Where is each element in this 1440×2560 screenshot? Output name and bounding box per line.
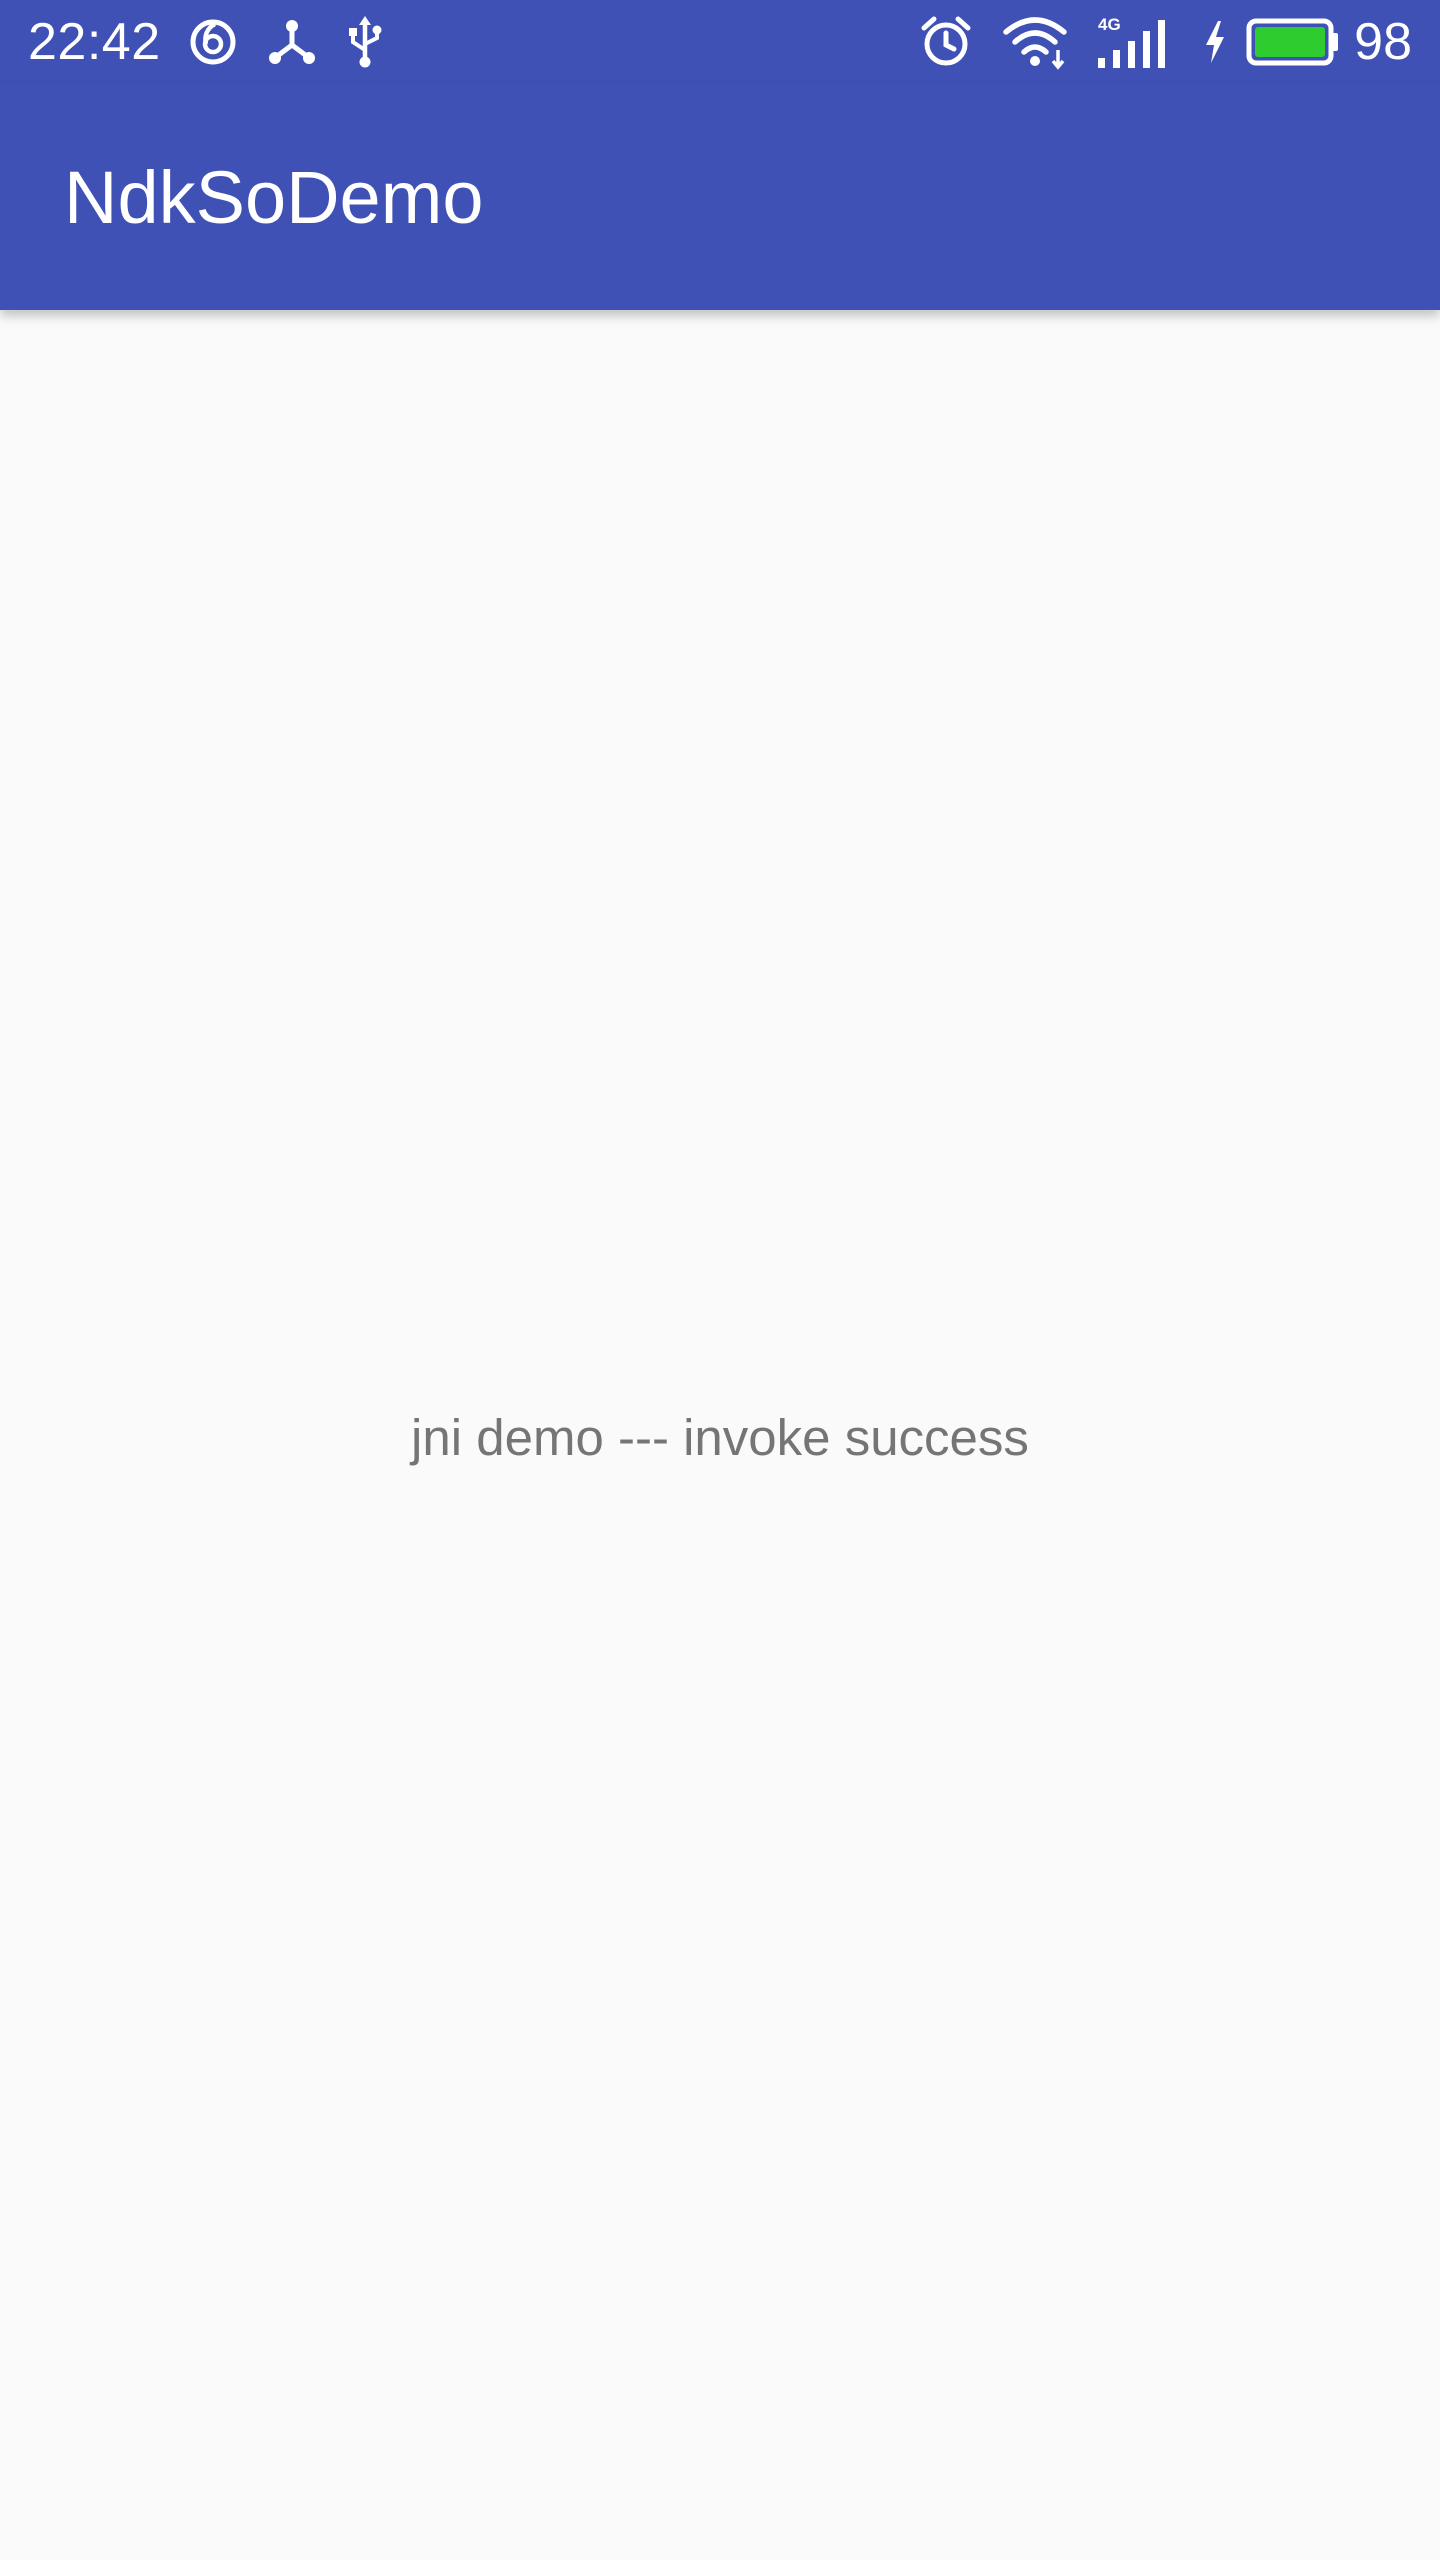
alarm-icon [918,0,974,84]
share-network-icon [267,0,317,84]
app-bar: NdkSoDemo [0,84,1440,310]
usb-icon [347,0,383,84]
wifi-icon [1002,0,1068,84]
signal-4g-icon: 4G [1096,0,1174,84]
network-type-label: 4G [1098,15,1121,34]
status-left-group: 22:42 [28,0,413,84]
battery-icon [1246,0,1340,84]
status-right-group: 4G 98 [890,0,1412,84]
status-time: 22:42 [28,13,161,71]
result-message: jni demo --- invoke success [411,1409,1029,1466]
status-bar: 22:42 4G 98 [0,0,1440,84]
charging-icon [1202,0,1228,84]
battery-percent: 98 [1354,13,1412,71]
netease-music-icon [189,0,237,84]
page-title: NdkSoDemo [64,155,484,239]
main-content: jni demo --- invoke success [0,310,1440,2560]
